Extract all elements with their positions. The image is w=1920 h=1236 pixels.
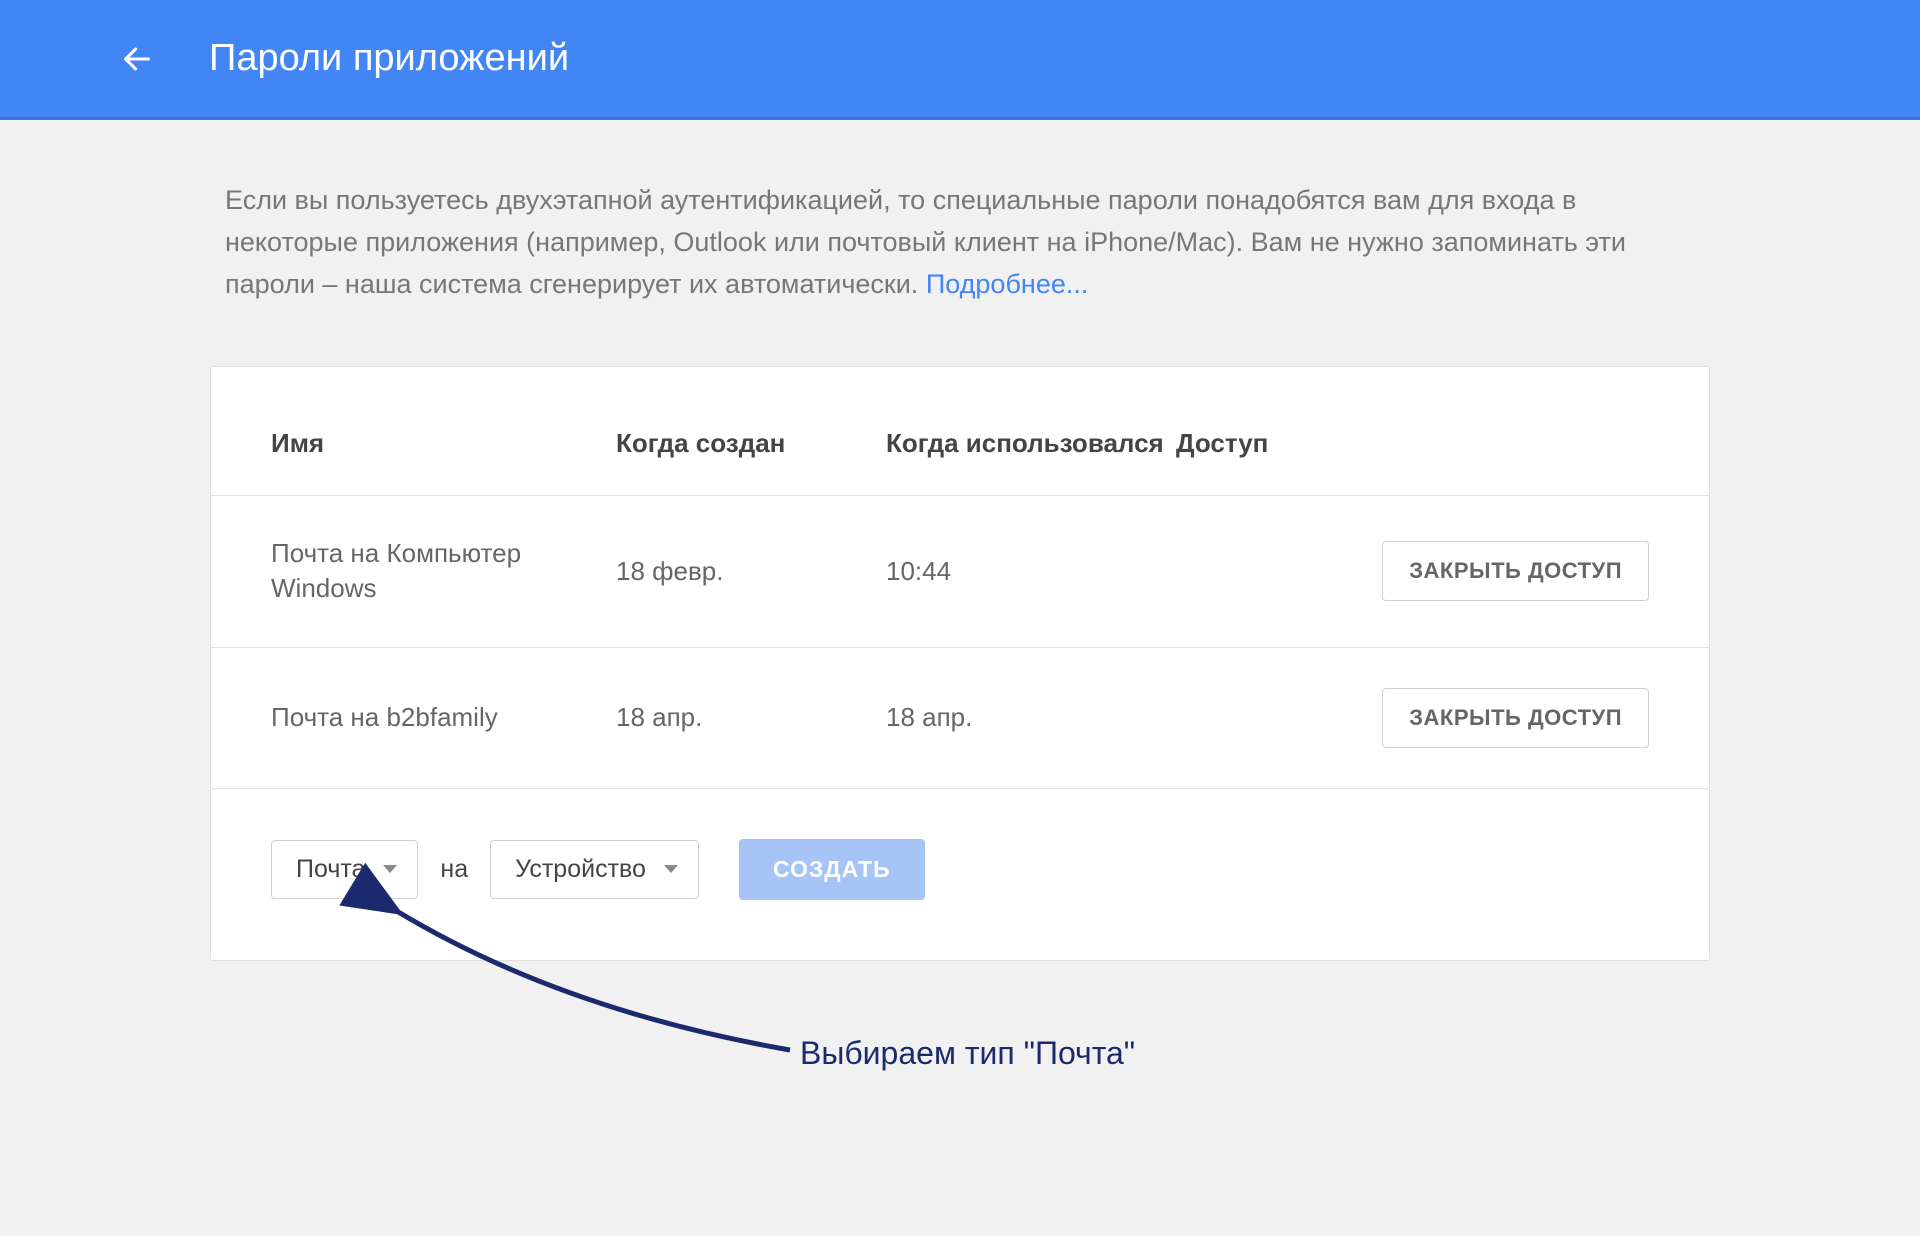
col-header-name: Имя — [271, 427, 616, 461]
caret-down-icon — [664, 865, 678, 873]
cell-created: 18 февр. — [616, 554, 886, 589]
device-dropdown[interactable]: Устройство — [490, 840, 699, 899]
col-header-access: Доступ — [1176, 427, 1649, 461]
content: Если вы пользуетесь двухэтапной аутентиф… — [0, 120, 1920, 961]
col-header-created: Когда создан — [616, 427, 886, 461]
col-header-used: Когда использовался — [886, 427, 1176, 461]
page-description: Если вы пользуетесь двухэтапной аутентиф… — [210, 180, 1710, 306]
cell-used: 10:44 — [886, 554, 1176, 589]
cell-name: Почта на b2bfamily — [271, 700, 616, 735]
cell-name: Почта на Компьютер Windows — [271, 536, 616, 606]
caret-down-icon — [383, 865, 397, 873]
cell-used: 18 апр. — [886, 700, 1176, 735]
create-button[interactable]: СОЗДАТЬ — [739, 839, 925, 900]
learn-more-link[interactable]: Подробнее... — [926, 269, 1089, 299]
cell-created: 18 апр. — [616, 700, 886, 735]
page-title: Пароли приложений — [209, 37, 569, 80]
app-type-value: Почта — [296, 855, 365, 884]
revoke-access-button[interactable]: ЗАКРЫТЬ ДОСТУП — [1382, 541, 1649, 601]
app-type-dropdown[interactable]: Почта — [271, 840, 418, 899]
page-header: Пароли приложений — [0, 0, 1920, 120]
annotation-label: Выбираем тип "Почта" — [800, 1035, 1135, 1072]
separator-text: на — [440, 855, 468, 884]
revoke-access-button[interactable]: ЗАКРЫТЬ ДОСТУП — [1382, 688, 1649, 748]
passwords-card: Имя Когда создан Когда использовался Дос… — [210, 366, 1710, 961]
device-value: Устройство — [515, 855, 646, 884]
table-header-row: Имя Когда создан Когда использовался Дос… — [211, 367, 1709, 497]
table-row: Почта на b2bfamily 18 апр. 18 апр. ЗАКРЫ… — [211, 648, 1709, 789]
back-arrow-icon[interactable] — [120, 42, 154, 76]
table-row: Почта на Компьютер Windows 18 февр. 10:4… — [211, 496, 1709, 647]
create-row: Почта на Устройство СОЗДАТЬ — [211, 789, 1709, 960]
